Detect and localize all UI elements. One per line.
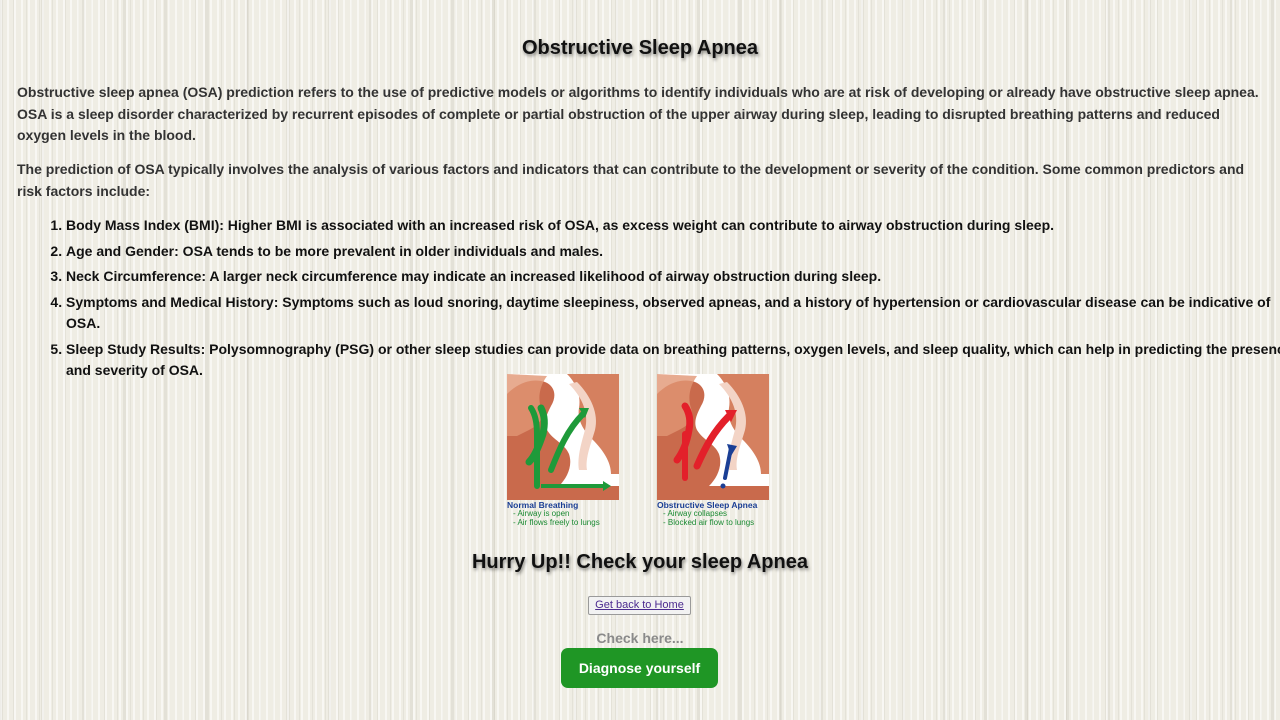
list-item-bmi: Body Mass Index (BMI): Higher BMI is ass…	[66, 215, 1280, 237]
intro-paragraph-1: Obstructive sleep apnea (OSA) prediction…	[17, 84, 1259, 143]
intro-paragraph-2: The prediction of OSA typically involves…	[17, 161, 1245, 199]
risk-factor-list: Body Mass Index (BMI): Higher BMI is ass…	[29, 215, 1280, 386]
list-item-age-gender: Age and Gender: OSA tends to be more pre…	[66, 241, 1280, 263]
page-title: Obstructive Sleep Apnea	[522, 37, 758, 59]
normal-breathing-figure: Normal Breathing - Airway is open - Air …	[505, 374, 623, 530]
list-item-symptoms: Symptoms and Medical History: Symptoms s…	[66, 292, 1280, 335]
osa-figure: Obstructive Sleep Apnea - Airway collaps…	[655, 374, 773, 530]
osa-airway-illustration	[657, 374, 769, 500]
cta-heading: Hurry Up!! Check your sleep Apnea	[471, 551, 808, 573]
normal-caption-line-2: - Air flows freely to lungs	[513, 517, 600, 527]
back-to-home-button[interactable]: Get back to Home	[588, 596, 691, 615]
normal-breathing-caption: Normal Breathing - Airway is open - Air …	[507, 501, 625, 527]
page: Obstructive Sleep Apnea Obstructive slee…	[0, 0, 1280, 720]
osa-caption-line-2: - Blocked air flow to lungs	[663, 517, 755, 527]
osa-caption: Obstructive Sleep Apnea - Airway collaps…	[657, 501, 775, 527]
check-here-label: Check here...	[596, 630, 684, 646]
diagnose-yourself-button[interactable]: Diagnose yourself	[561, 648, 718, 688]
list-item-neck: Neck Circumference: A larger neck circum…	[66, 266, 1280, 288]
normal-airway-illustration	[507, 374, 619, 500]
